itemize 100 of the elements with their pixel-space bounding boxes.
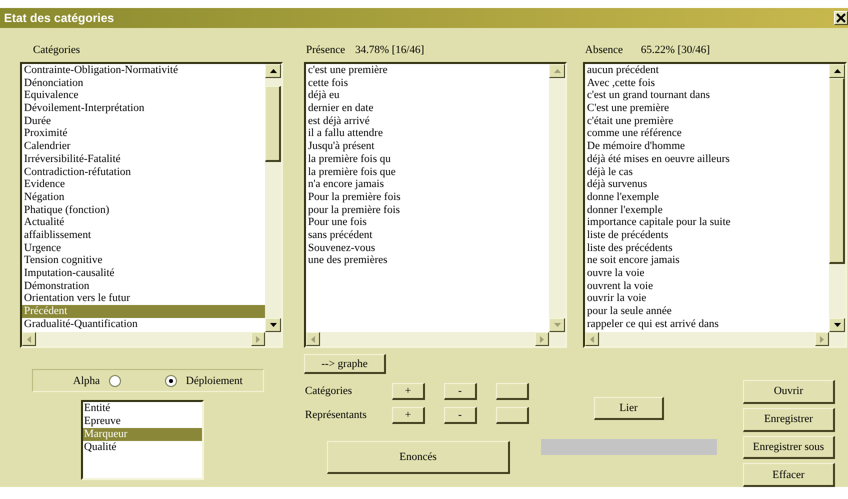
scroll-right-button[interactable] <box>535 332 549 346</box>
blank-button[interactable] <box>496 382 529 400</box>
scroll-thumb[interactable] <box>829 78 845 264</box>
scroll-down-button[interactable] <box>829 318 845 332</box>
scroll-left-button[interactable] <box>585 332 599 346</box>
absence-list[interactable] <box>583 62 847 348</box>
list-item[interactable]: c'était une première <box>585 114 829 128</box>
list-item[interactable]: affaiblissement <box>22 228 265 242</box>
list-item[interactable]: il a fallu attendre <box>306 127 549 140</box>
list-item[interactable]: Pour une fois <box>306 216 549 229</box>
add-button[interactable]: + <box>392 406 425 424</box>
scroll-left-button[interactable] <box>22 332 36 346</box>
list-item[interactable]: pour la seule année <box>585 305 829 318</box>
list-item[interactable]: c'est un grand tournant dans <box>585 89 829 102</box>
scroll-down-button[interactable] <box>265 318 281 332</box>
action-button[interactable]: Enregistrer sous <box>743 436 835 460</box>
list-item[interactable]: Négation <box>22 190 265 204</box>
list-item[interactable]: Marqueur <box>83 428 202 441</box>
list-item[interactable]: C'est une première <box>585 102 829 115</box>
list-item[interactable]: cette fois <box>306 76 549 90</box>
scrollbar[interactable] <box>22 332 281 346</box>
statements-button[interactable]: Enoncés <box>327 441 510 474</box>
graph-button[interactable]: --> graphe <box>304 354 386 374</box>
radio-option[interactable]: Alpha <box>73 374 121 386</box>
list-item[interactable]: comme une référence <box>585 127 829 140</box>
list-item[interactable]: la première fois que <box>306 166 549 178</box>
list-item[interactable]: Qualité <box>83 441 202 454</box>
action-button[interactable]: Effacer <box>743 463 835 487</box>
list-item[interactable]: Durée <box>22 114 265 128</box>
list-item[interactable]: Phatique (fonction) <box>22 204 265 216</box>
list-item[interactable]: pour la première fois <box>306 204 549 216</box>
list-item[interactable]: déjà eu <box>306 89 549 102</box>
list-item[interactable]: ouvrir la voie <box>585 292 829 306</box>
list-item[interactable]: rappeler ce qui est arrivé dans <box>585 318 829 330</box>
list-item[interactable]: déjà été mises en oeuvre ailleurs <box>585 152 829 166</box>
scrollbar[interactable] <box>549 64 565 332</box>
radio-option[interactable]: Déploiement <box>164 374 243 386</box>
list-item[interactable]: Entité <box>83 402 202 415</box>
list-item[interactable]: Avec ,cette fois <box>585 76 829 90</box>
scroll-down-button[interactable] <box>549 318 565 332</box>
category-list[interactable] <box>20 62 283 348</box>
remove-button[interactable]: - <box>444 382 477 400</box>
list-item[interactable]: Pour la première fois <box>306 190 549 204</box>
remove-button[interactable]: - <box>444 406 477 424</box>
blank-button[interactable] <box>496 406 529 424</box>
list-item[interactable]: Tension cognitive <box>22 254 265 267</box>
list-item[interactable]: Contrainte-Obligation-Normativité <box>22 64 265 77</box>
scroll-left-button[interactable] <box>306 332 320 346</box>
radio-button[interactable] <box>108 374 121 386</box>
list-item[interactable]: Précédent <box>22 305 265 318</box>
list-item[interactable]: Dénonciation <box>22 76 265 90</box>
scroll-up-button[interactable] <box>265 64 281 78</box>
scroll-up-button[interactable] <box>549 64 565 78</box>
list-item[interactable]: n'a encore jamais <box>306 178 549 191</box>
scroll-right-button[interactable] <box>251 332 265 346</box>
scrollbar[interactable] <box>585 332 845 346</box>
list-item[interactable]: De mémoire d'homme <box>585 140 829 153</box>
close-button[interactable] <box>834 11 848 25</box>
list-item[interactable]: liste de précédents <box>585 228 829 242</box>
list-item[interactable]: dernier en date <box>306 102 549 115</box>
list-item[interactable]: donne l'exemple <box>585 190 829 204</box>
scroll-right-button[interactable] <box>815 332 829 346</box>
scrollbar[interactable] <box>306 332 565 346</box>
list-item[interactable]: est déjà arrivé <box>306 114 549 128</box>
list-item[interactable]: déjà survenus <box>585 178 829 191</box>
list-item[interactable]: ouvrent la voie <box>585 280 829 292</box>
list-item[interactable]: Souvenez-vous <box>306 242 549 254</box>
list-item[interactable]: Actualité <box>22 216 265 229</box>
list-item[interactable]: la première fois qu <box>306 152 549 166</box>
list-item[interactable]: Gradualité-Quantification <box>22 318 265 330</box>
list-item[interactable]: Jusqu'à présent <box>306 140 549 153</box>
scroll-thumb[interactable] <box>265 86 281 162</box>
list-item[interactable]: Contradiction-réfutation <box>22 166 265 178</box>
list-item[interactable]: Epreuve <box>83 415 202 428</box>
scrollbar[interactable] <box>829 64 845 332</box>
list-item[interactable]: donner l'exemple <box>585 204 829 216</box>
list-item[interactable]: Dévoilement-Interprétation <box>22 102 265 115</box>
list-item[interactable]: Equivalence <box>22 89 265 102</box>
list-item[interactable]: importance capitale pour la suite <box>585 216 829 229</box>
scrollbar[interactable] <box>265 64 281 332</box>
scroll-up-button[interactable] <box>829 64 845 78</box>
add-button[interactable]: + <box>392 382 425 400</box>
type-list[interactable]: Entité Epreuve Marqueur Qualité <box>81 400 204 480</box>
list-item[interactable]: liste des précédents <box>585 242 829 254</box>
list-item[interactable]: Démonstration <box>22 280 265 292</box>
list-item[interactable]: Calendrier <box>22 140 265 153</box>
presence-list[interactable] <box>304 62 567 348</box>
list-item[interactable]: déjà le cas <box>585 166 829 178</box>
list-item[interactable]: Evidence <box>22 178 265 191</box>
list-item[interactable]: Urgence <box>22 242 265 254</box>
action-button[interactable]: Enregistrer <box>743 408 835 432</box>
list-item[interactable]: Proximité <box>22 127 265 140</box>
list-item[interactable]: aucun précédent <box>585 64 829 77</box>
list-item[interactable]: ne soit encore jamais <box>585 254 829 267</box>
list-item[interactable]: une des premières <box>306 254 549 267</box>
list-item[interactable]: ouvre la voie <box>585 267 829 280</box>
action-button[interactable]: Ouvrir <box>743 380 835 404</box>
radio-button[interactable] <box>164 374 177 386</box>
link-button[interactable]: Lier <box>594 397 664 420</box>
list-item[interactable]: sans précédent <box>306 228 549 242</box>
